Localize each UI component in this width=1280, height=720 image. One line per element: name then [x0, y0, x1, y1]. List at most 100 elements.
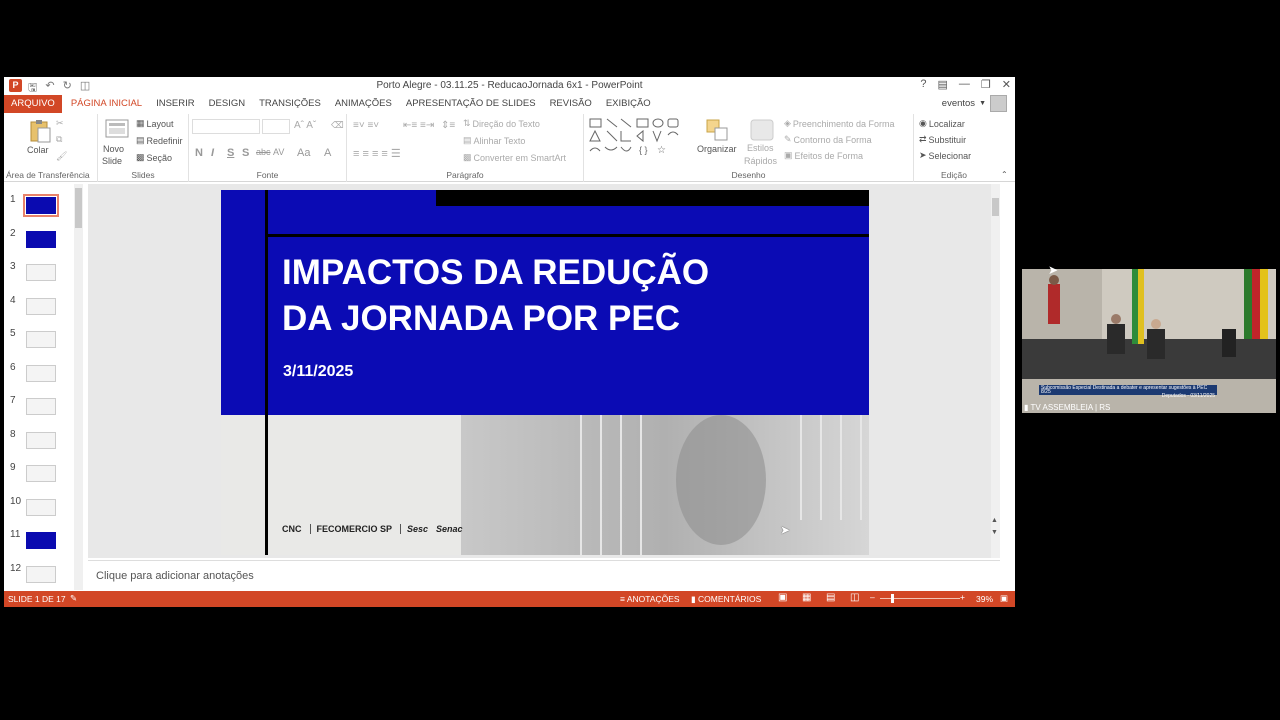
minimize-button[interactable]: —	[959, 78, 970, 91]
shapes-gallery[interactable]: { } ☆	[587, 117, 692, 163]
slide-thumbnail-12[interactable]: 12	[4, 563, 80, 589]
text-direction-button[interactable]: ⇅ Direção do Texto	[463, 118, 540, 129]
canvas-scroll-thumb[interactable]	[992, 198, 999, 216]
restore-button[interactable]: ❐	[981, 78, 991, 91]
tab-animations[interactable]: ANIMAÇÕES	[328, 95, 399, 113]
font-name-select[interactable]	[192, 119, 260, 134]
thumbnail-image[interactable]	[26, 532, 56, 549]
close-button[interactable]: ✕	[1002, 78, 1011, 91]
font-color-button[interactable]: A	[324, 147, 331, 159]
select-button[interactable]: ➤ Selecionar	[919, 150, 971, 161]
spell-check-icon[interactable]: ✎	[70, 593, 77, 604]
italic-button[interactable]: I	[211, 147, 214, 159]
current-slide[interactable]: IMPACTOS DA REDUÇÃO DA JORNADA POR PEC 3…	[221, 190, 869, 555]
slide-thumbnail-11[interactable]: 11	[4, 529, 80, 555]
slide-thumbnail-6[interactable]: 6	[4, 362, 80, 388]
thumbnail-image[interactable]	[26, 431, 56, 449]
thumbnail-image[interactable]	[26, 398, 56, 415]
zoom-slider-thumb[interactable]	[891, 594, 894, 603]
cut-icon[interactable]: ✂	[56, 118, 64, 129]
strikethrough-button[interactable]: abc	[256, 147, 271, 157]
thumbnail-image[interactable]	[23, 194, 59, 217]
help-button[interactable]: ?	[920, 78, 926, 91]
collapse-ribbon-icon[interactable]: ⌃	[1001, 170, 1008, 179]
layout-button[interactable]: ▦ Layout	[136, 118, 174, 129]
new-slide-label-2[interactable]: Slide	[102, 156, 122, 166]
paste-button[interactable]: Colar	[27, 145, 49, 155]
clear-format-icon[interactable]: ⌫	[331, 120, 344, 131]
fit-slide-icon[interactable]: ▣	[1000, 593, 1008, 604]
underline-button[interactable]: S	[227, 147, 234, 159]
slide-thumbnail-3[interactable]: 3	[4, 261, 80, 287]
slide-thumbnail-10[interactable]: 10	[4, 496, 80, 522]
normal-view-icon[interactable]: ▣	[778, 592, 787, 603]
char-spacing-button[interactable]: AV	[273, 147, 284, 157]
arrange-icon[interactable]	[705, 118, 731, 142]
avatar[interactable]	[990, 95, 1007, 112]
align-icons[interactable]: ≡ ≡ ≡ ≡ ☰	[353, 147, 401, 160]
ribbon-display-icon[interactable]: ▤	[938, 78, 948, 91]
zoom-slider[interactable]	[880, 594, 960, 603]
prev-slide-icon[interactable]: ▲	[991, 517, 998, 524]
slide-thumbnail-5[interactable]: 5	[4, 328, 80, 354]
shape-outline-button[interactable]: ✎ Contorno da Forma	[784, 134, 872, 145]
shape-effects-button[interactable]: ▣ Efeitos de Forma	[784, 150, 863, 161]
align-text-button[interactable]: ▤ Alinhar Texto	[463, 135, 525, 146]
zoom-in-icon[interactable]: +	[960, 592, 965, 602]
slide-sorter-icon[interactable]: ▦	[802, 592, 811, 603]
replace-button[interactable]: ⇄ Substituir	[919, 134, 966, 145]
smartart-button[interactable]: ▩ Converter em SmartArt	[463, 152, 566, 163]
notes-placeholder[interactable]: Clique para adicionar anotações	[96, 570, 254, 582]
slide-thumbnail-8[interactable]: 8	[4, 429, 80, 455]
paste-icon[interactable]	[29, 119, 51, 143]
format-painter-icon[interactable]: 🖌	[56, 151, 67, 162]
tab-review[interactable]: REVISÃO	[543, 95, 599, 113]
new-slide-label-1[interactable]: Novo	[103, 144, 124, 154]
quick-styles-label-1[interactable]: Estilos	[747, 143, 774, 153]
notes-toggle[interactable]: ≡ ANOTAÇÕES	[620, 594, 680, 604]
thumbnail-image[interactable]	[26, 498, 56, 516]
arrange-button[interactable]: Organizar	[697, 144, 737, 154]
grow-font-icon[interactable]: Aˆ Aˇ	[294, 120, 316, 131]
reading-view-icon[interactable]: ▤	[826, 592, 835, 603]
tab-view[interactable]: EXIBIÇÃO	[599, 95, 658, 113]
canvas-scrollbar[interactable]: ▲ ▼	[991, 184, 1000, 558]
thumbnail-scrollbar[interactable]	[74, 184, 83, 590]
slide-thumbnail-4[interactable]: 4	[4, 295, 80, 321]
find-button[interactable]: ◉ Localizar	[919, 118, 965, 129]
slideshow-view-icon[interactable]: ◫	[850, 592, 859, 603]
shape-fill-button[interactable]: ◈ Preenchimento da Forma	[784, 118, 894, 129]
thumbnail-image[interactable]	[26, 364, 56, 382]
line-spacing-icon[interactable]: ⇕≡	[441, 120, 455, 131]
tab-home[interactable]: PÁGINA INICIAL	[64, 95, 149, 113]
thumbnail-image[interactable]	[26, 331, 56, 348]
thumbnail-image[interactable]	[26, 297, 56, 315]
tab-transitions[interactable]: TRANSIÇÕES	[252, 95, 328, 113]
tab-file[interactable]: ARQUIVO	[4, 95, 62, 113]
slide-thumbnail-7[interactable]: 7	[4, 395, 80, 421]
tab-insert[interactable]: INSERIR	[149, 95, 202, 113]
new-slide-icon[interactable]	[105, 118, 129, 140]
thumbnail-scroll-thumb[interactable]	[75, 188, 82, 228]
reset-button[interactable]: ▤ Redefinir	[136, 135, 183, 146]
thumbnail-image[interactable]	[26, 230, 56, 248]
comments-toggle[interactable]: ▮ COMENTÁRIOS	[691, 594, 761, 605]
section-button[interactable]: ▩ Seção	[136, 152, 172, 163]
account-area[interactable]: eventos ▼	[942, 95, 1007, 112]
bold-button[interactable]: N	[195, 147, 203, 159]
slide-thumbnail-2[interactable]: 2	[4, 228, 80, 254]
notes-pane[interactable]: Clique para adicionar anotações	[88, 560, 1000, 590]
zoom-level[interactable]: 39%	[976, 594, 993, 604]
font-size-select[interactable]	[262, 119, 290, 134]
zoom-out-icon[interactable]: –	[870, 592, 875, 602]
thumbnail-image[interactable]	[26, 465, 56, 482]
tab-slideshow[interactable]: APRESENTAÇÃO DE SLIDES	[399, 95, 543, 113]
next-slide-icon[interactable]: ▼	[991, 529, 998, 536]
shadow-button[interactable]: S	[242, 147, 249, 159]
bullets-icon[interactable]: ≡˅ ≡˅	[353, 120, 379, 131]
slide-thumbnail-9[interactable]: 9	[4, 462, 80, 488]
change-case-button[interactable]: Aa	[297, 147, 310, 159]
slide-thumbnail-1[interactable]: 1	[4, 194, 80, 220]
indent-icon[interactable]: ⇤≡ ≡⇥	[403, 120, 434, 131]
quick-styles-icon[interactable]	[749, 118, 775, 142]
